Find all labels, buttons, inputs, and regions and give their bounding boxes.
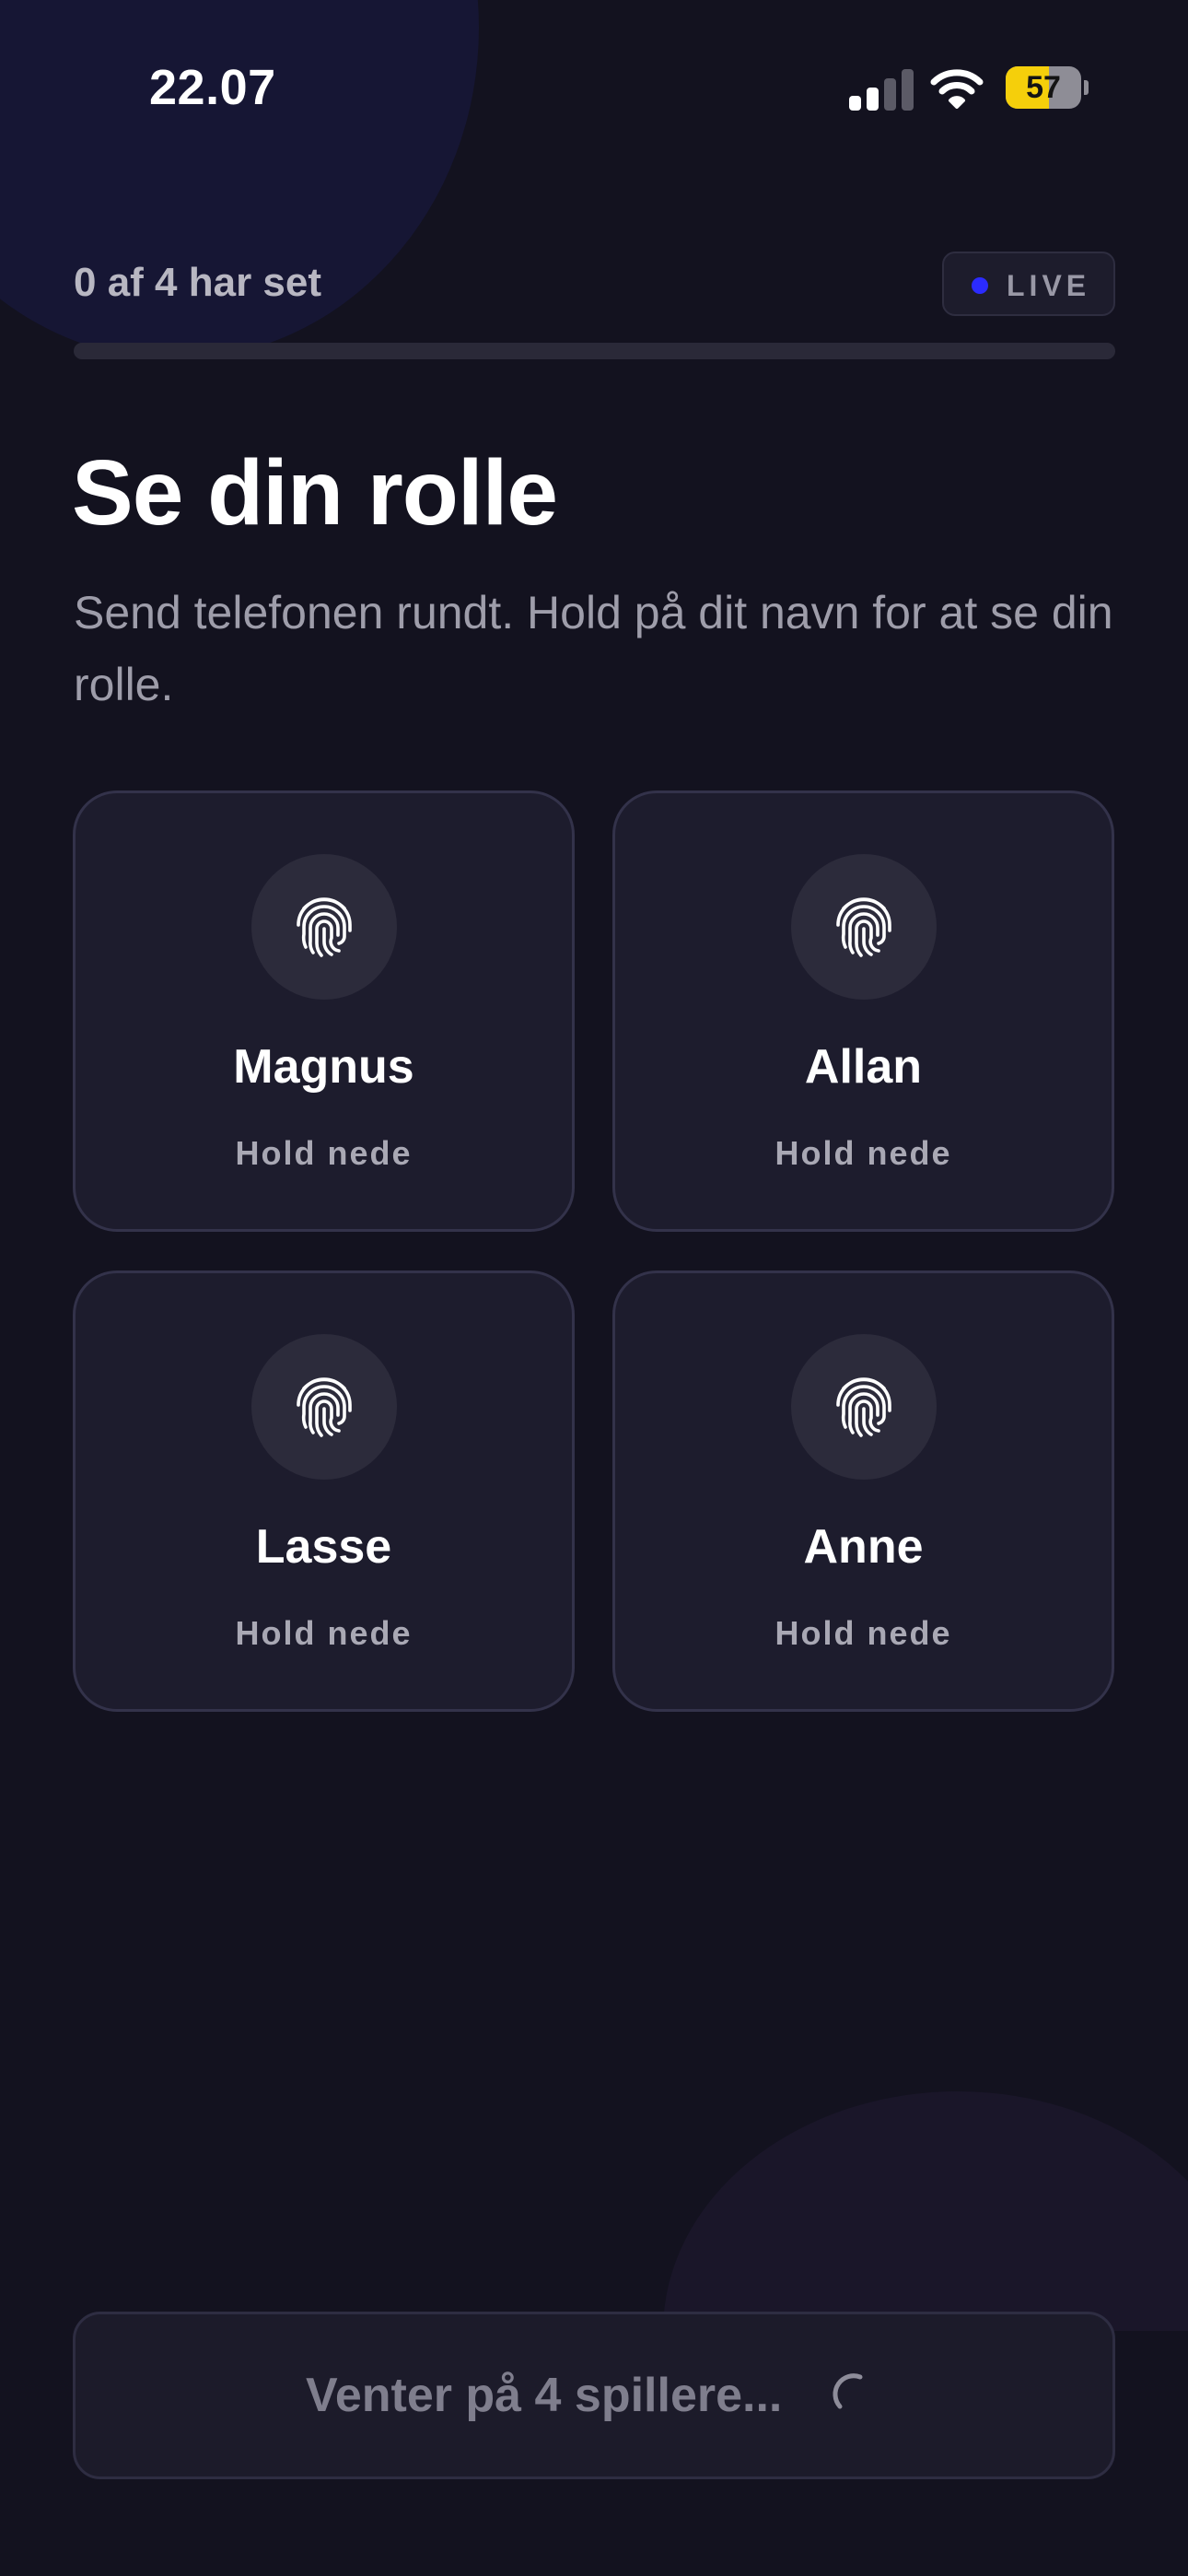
loading-spinner-icon <box>833 2373 863 2409</box>
battery-percent: 57 <box>1026 70 1061 105</box>
player-name: Magnus <box>233 1040 414 1094</box>
player-name: Anne <box>803 1520 924 1574</box>
player-card-anne[interactable]: Anne Hold nede <box>612 1270 1114 1712</box>
page-title: Se din rolle <box>72 441 558 544</box>
player-name: Lasse <box>255 1520 392 1574</box>
page-subtitle: Send telefonen rundt. Hold på dit navn f… <box>74 587 1113 710</box>
hold-hint: Hold nede <box>775 1614 952 1652</box>
live-dot-icon <box>972 277 988 294</box>
hold-hint: Hold nede <box>235 1134 413 1172</box>
progress-label: 0 af 4 har set <box>74 260 322 305</box>
player-card-allan[interactable]: Allan Hold nede <box>612 790 1114 1232</box>
fingerprint-icon <box>251 854 397 1000</box>
wifi-icon <box>930 66 984 109</box>
player-name: Allan <box>804 1040 923 1094</box>
waiting-label: Venter på 4 spillere... <box>306 2369 783 2422</box>
hold-hint: Hold nede <box>235 1614 413 1652</box>
hold-hint: Hold nede <box>775 1134 952 1172</box>
battery-icon: 57 <box>1006 66 1089 109</box>
progress-bar <box>74 343 1115 359</box>
fingerprint-icon <box>251 1334 397 1480</box>
player-card-magnus[interactable]: Magnus Hold nede <box>73 790 575 1232</box>
fingerprint-icon <box>791 1334 937 1480</box>
live-label: LIVE <box>1007 269 1091 302</box>
fingerprint-icon <box>791 854 937 1000</box>
status-time: 22.07 <box>149 60 276 115</box>
live-badge: LIVE <box>942 252 1115 316</box>
role-reveal-screen: 22.07 57 0 af 4 har set LIVE Se din roll… <box>0 0 1188 2576</box>
waiting-for-players-button[interactable]: Venter på 4 spillere... <box>73 2312 1115 2479</box>
background-glow-bottom <box>663 2091 1188 2331</box>
player-card-lasse[interactable]: Lasse Hold nede <box>73 1270 575 1712</box>
cellular-signal-icon <box>849 68 914 111</box>
